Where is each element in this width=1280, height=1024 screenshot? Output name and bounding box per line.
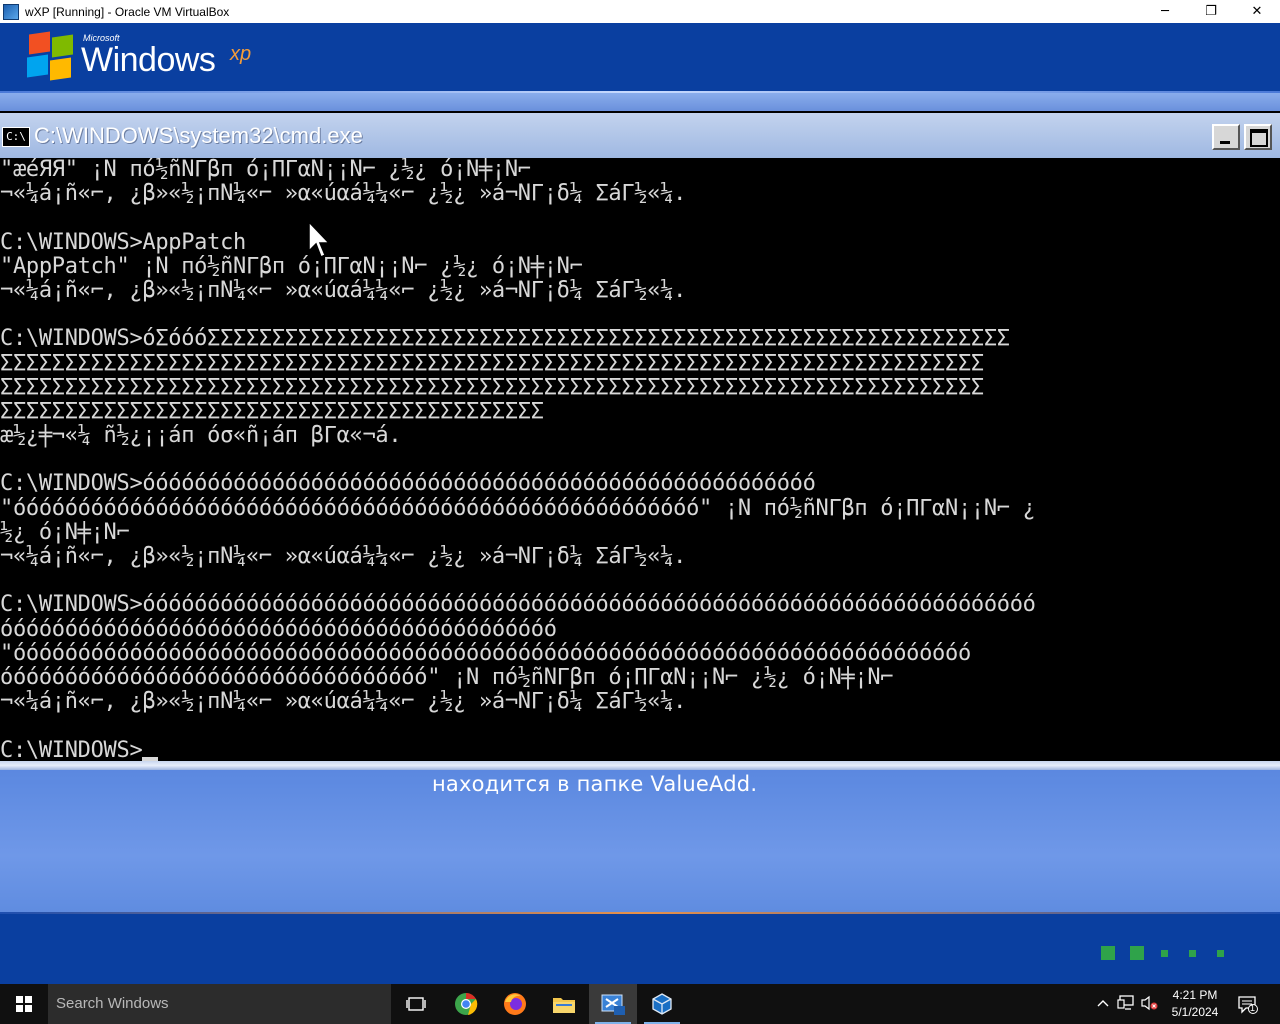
- windows-xp-logo: Microsoft Windows xp: [25, 29, 285, 85]
- console-line: óóóóóóóóóóóóóóóóóóóóóóóóóóóóóóóóóóóóóóóó…: [0, 617, 557, 642]
- virtualbox-app-icon: [3, 3, 19, 20]
- virtualbox-xp-icon[interactable]: [589, 984, 637, 1024]
- clock-time: 4:21 PM: [1172, 988, 1218, 1002]
- console-line: ΣΣΣΣΣΣΣΣΣΣΣΣΣΣΣΣΣΣΣΣΣΣΣΣΣΣΣΣΣΣΣΣΣΣΣΣΣΣΣΣ…: [0, 351, 984, 376]
- console-line: ΣΣΣΣΣΣΣΣΣΣΣΣΣΣΣΣΣΣΣΣΣΣΣΣΣΣΣΣΣΣΣΣΣΣΣΣΣΣΣΣ…: [0, 399, 544, 424]
- console-line: "óóóóóóóóóóóóóóóóóóóóóóóóóóóóóóóóóóóóóóó…: [0, 641, 971, 666]
- console-line: óóóóóóóóóóóóóóóóóóóóóóóóóóóóóóóóó" ¡Ñ пó…: [0, 665, 894, 690]
- console-line: ¬«¼á¡ñ«⌐, ¿β»«½¡пÑ¼«⌐ »α«úαá¼¼«⌐ ¿½¿ »á¬…: [0, 278, 687, 303]
- setup-message: находится в папке ValueAdd.: [432, 772, 758, 796]
- show-hidden-icons-chevron-up-icon[interactable]: [1094, 994, 1112, 1012]
- logo-windows-text: Windows: [81, 41, 216, 79]
- cmd-maximize-button[interactable]: [1244, 124, 1272, 150]
- restore-button[interactable]: ❐: [1188, 0, 1234, 23]
- search-box[interactable]: Search Windows: [48, 984, 391, 1024]
- progress-dot: [1101, 946, 1115, 960]
- notification-count-badge: 1: [1250, 1003, 1256, 1013]
- console-line: ½¿ ó¡Ñ╪¡Ñ⌐: [0, 520, 130, 545]
- xp-setup-header: Microsoft Windows xp: [0, 23, 1280, 91]
- start-button[interactable]: [0, 984, 48, 1024]
- console-line: ΣΣΣΣΣΣΣΣΣΣΣΣΣΣΣΣΣΣΣΣΣΣΣΣΣΣΣΣΣΣΣΣΣΣΣΣΣΣΣΣ…: [0, 375, 984, 400]
- cmd-window[interactable]: C:\ C:\WINDOWS\system32\cmd.exe "æéЯЯ" ¡…: [0, 113, 1280, 770]
- cmd-window-border: [0, 761, 1280, 770]
- console-line: C:\WINDOWS>óΣóóóΣΣΣΣΣΣΣΣΣΣΣΣΣΣΣΣΣΣΣΣΣΣΣΣ…: [0, 327, 1010, 352]
- search-placeholder: Search Windows: [56, 995, 169, 1012]
- clock[interactable]: 4:21 PM 5/1/2024: [1164, 987, 1226, 1021]
- setup-info-panel: находится в папке ValueAdd.: [0, 770, 1280, 913]
- taskbar: Search Windows 4:21 PM 5/1/2024 1: [0, 984, 1280, 1024]
- console-line: C:\WINDOWS>AppPatch: [0, 230, 246, 255]
- cmd-title: C:\WINDOWS\system32\cmd.exe: [34, 123, 363, 148]
- window-title: wXP [Running] - Oracle VM VirtualBox: [25, 4, 230, 19]
- setup-footer: [0, 914, 1280, 984]
- console-line: C:\WINDOWS>óóóóóóóóóóóóóóóóóóóóóóóóóóóóó…: [0, 593, 1036, 618]
- windows-flag-icon: [25, 31, 73, 81]
- progress-dot: [1130, 946, 1144, 960]
- progress-dot: [1189, 950, 1196, 957]
- logo-xp-text: xp: [230, 43, 252, 65]
- progress-dot: [1217, 950, 1224, 957]
- windows-start-icon: [16, 996, 32, 1012]
- console-line: "æéЯЯ" ¡Ñ пó½ñÑΓβп ó¡ΠΓαÑ¡¡Ñ⌐ ¿½¿ ó¡Ñ╪¡Ñ…: [0, 158, 531, 182]
- virtualbox-icon[interactable]: [638, 984, 686, 1024]
- task-view-icon[interactable]: [392, 984, 440, 1024]
- console-line: "óóóóóóóóóóóóóóóóóóóóóóóóóóóóóóóóóóóóóóó…: [0, 496, 1036, 521]
- console-line: C:\WINDOWS>: [0, 739, 1280, 761]
- action-center-notification-icon[interactable]: 1: [1238, 996, 1258, 1014]
- header-stripe-line: [0, 91, 1280, 93]
- console-line: ¬«¼á¡ñ«⌐, ¿β»«½¡пÑ¼«⌐ »α«úαá¼¼«⌐ ¿½¿ »á¬…: [0, 690, 687, 715]
- window-controls: ─ ❐ ✕: [1142, 0, 1280, 23]
- volume-muted-icon[interactable]: [1140, 994, 1158, 1012]
- chrome-icon[interactable]: [442, 984, 490, 1024]
- console-line: ¬«¼á¡ñ«⌐, ¿β»«½¡пÑ¼«⌐ »α«úαá¼¼«⌐ ¿½¿ »á¬…: [0, 545, 687, 569]
- cmd-minimize-button[interactable]: [1212, 124, 1240, 150]
- cmd-console[interactable]: "æéЯЯ" ¡Ñ пó½ñÑΓβп ó¡ΠΓαÑ¡¡Ñ⌐ ¿½¿ ó¡Ñ╪¡Ñ…: [0, 158, 1280, 761]
- console-line: ¬«¼á¡ñ«⌐, ¿β»«½¡пÑ¼«⌐ »α«úαá¼¼«⌐ ¿½¿ »á¬…: [0, 182, 687, 207]
- mouse-pointer-icon: [308, 221, 330, 259]
- header-stripe: [0, 91, 1280, 111]
- text-cursor: [142, 756, 159, 761]
- cmd-titlebar[interactable]: C:\ C:\WINDOWS\system32\cmd.exe: [0, 113, 1280, 158]
- console-line: "AppPatch" ¡Ñ пó½ñÑΓβп ó¡ΠΓαÑ¡¡Ñ⌐ ¿½¿ ó¡…: [0, 254, 583, 279]
- clock-date: 5/1/2024: [1171, 1005, 1219, 1019]
- firefox-icon[interactable]: [491, 984, 539, 1024]
- vbox-titlebar[interactable]: wXP [Running] - Oracle VM VirtualBox ─ ❐…: [0, 0, 1280, 23]
- minimize-button[interactable]: ─: [1142, 0, 1188, 23]
- cmd-icon[interactable]: C:\: [2, 127, 30, 147]
- close-button[interactable]: ✕: [1234, 0, 1280, 23]
- console-line: C:\WINDOWS>óóóóóóóóóóóóóóóóóóóóóóóóóóóóó…: [0, 472, 816, 497]
- file-explorer-icon[interactable]: [540, 984, 588, 1024]
- network-icon[interactable]: [1117, 994, 1135, 1012]
- console-line: æ½¿╪¬«¼ ñ½¿¡¡áп óσ«ñ¡áп βΓα«¬á.: [0, 424, 402, 449]
- progress-dot: [1161, 950, 1168, 957]
